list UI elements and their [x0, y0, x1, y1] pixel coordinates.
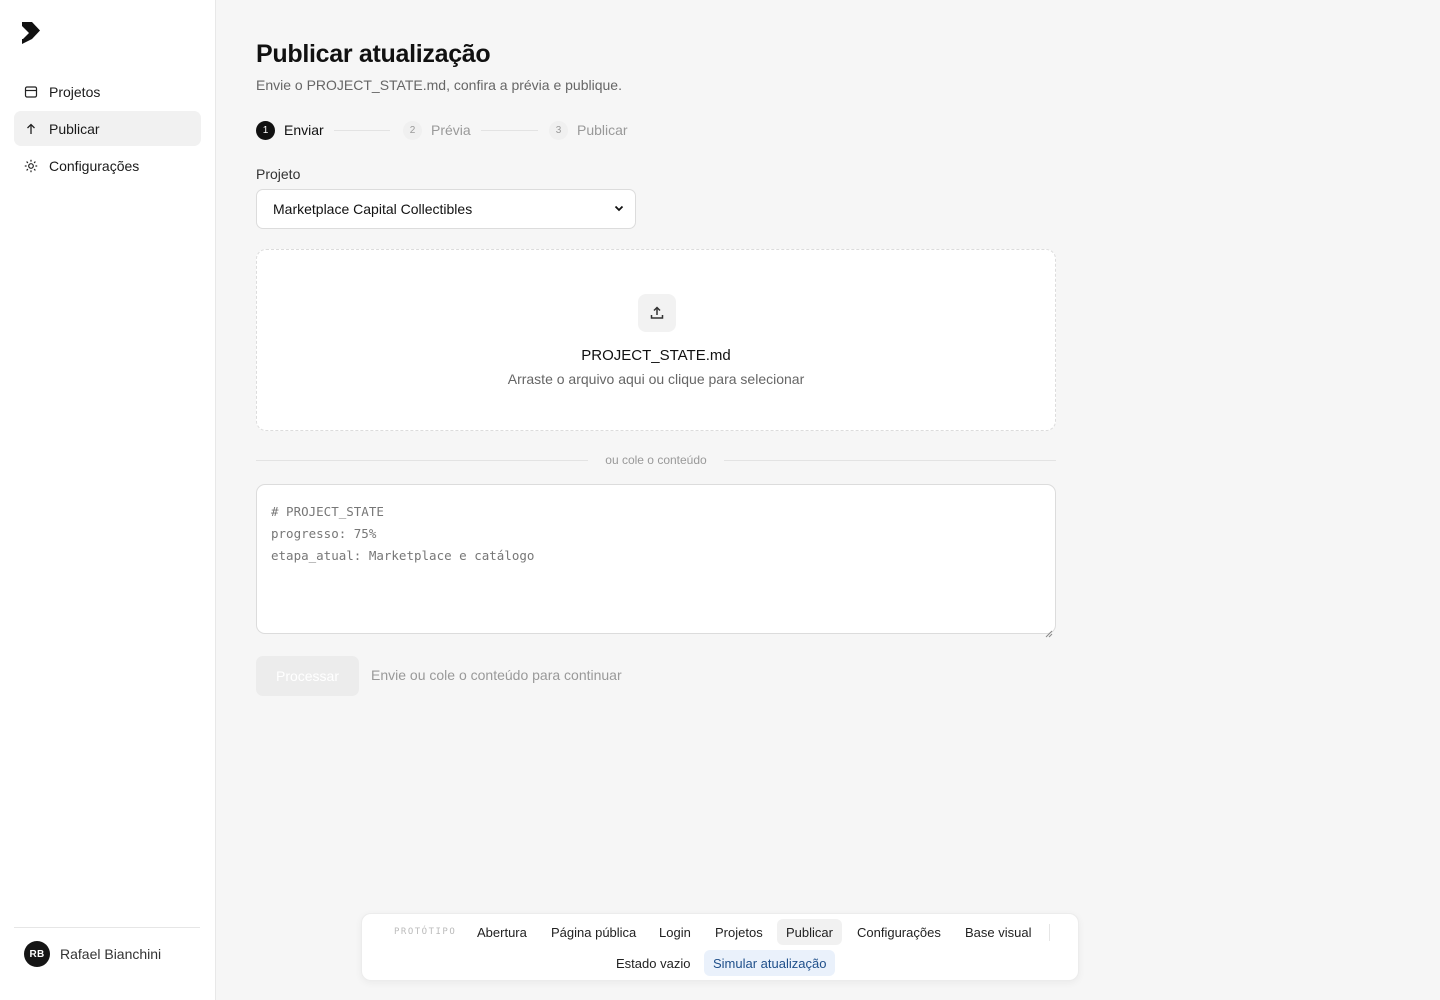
sidebar-item-label: Projetos	[49, 83, 101, 100]
upload-icon	[638, 294, 676, 332]
avatar: RB	[24, 941, 50, 967]
arrow-up-icon	[24, 122, 38, 136]
proto-link-estado-vazio[interactable]: Estado vazio	[607, 950, 699, 976]
proto-link-base-visual[interactable]: Base visual	[956, 919, 1040, 945]
proto-link-abertura[interactable]: Abertura	[468, 919, 536, 945]
dropzone-title: PROJECT_STATE.md	[581, 347, 731, 364]
process-hint: Envie ou cole o conteúdo para continuar	[371, 667, 622, 683]
sidebar-item-label: Configurações	[49, 157, 140, 174]
step-connector	[334, 130, 390, 131]
prototype-nav-bar: PROTÓTIPO Abertura Página pública Login …	[361, 913, 1079, 981]
proto-separator	[1049, 924, 1050, 941]
step-label: Enviar	[284, 122, 324, 138]
proto-link-projetos[interactable]: Projetos	[706, 919, 772, 945]
sidebar-nav: Projetos Publicar Configurações	[14, 74, 201, 185]
file-dropzone[interactable]: PROJECT_STATE.md Arraste o arquivo aqui …	[256, 249, 1056, 431]
step-number: 1	[256, 120, 275, 140]
step-connector	[481, 130, 538, 131]
dropzone-hint: Arraste o arquivo aqui ou clique para se…	[507, 371, 805, 387]
divider-line	[724, 460, 1056, 461]
step-enviar: 1 Enviar	[256, 120, 324, 140]
page-title: Publicar atualização	[256, 40, 491, 68]
proto-link-simular-atualizacao[interactable]: Simular atualização	[704, 950, 836, 976]
project-field-label: Projeto	[256, 166, 301, 182]
step-publicar: 3 Publicar	[549, 120, 628, 140]
or-divider: ou cole o conteúdo	[256, 452, 1056, 470]
textarea-line: # PROJECT_STATE	[271, 504, 384, 519]
step-previa: 2 Prévia	[403, 120, 471, 140]
project-select-value: Marketplace Capital Collectibles	[273, 201, 473, 217]
page-subtitle: Envie o PROJECT_STATE.md, confira a prév…	[256, 77, 622, 93]
sidebar-item-label: Publicar	[49, 120, 100, 137]
proto-link-login[interactable]: Login	[650, 919, 700, 945]
user-profile[interactable]: RB Rafael Bianchini	[14, 927, 200, 1000]
sidebar-item-publicar[interactable]: Publicar	[14, 111, 201, 146]
prototype-tag: PROTÓTIPO	[394, 927, 457, 937]
process-button[interactable]: Processar	[256, 656, 359, 696]
textarea-line: progresso: 75%	[271, 526, 377, 541]
chevron-down-icon	[613, 201, 625, 217]
step-number: 3	[549, 120, 568, 140]
sidebar-item-configuracoes[interactable]: Configurações	[14, 148, 201, 183]
proto-link-configuracoes[interactable]: Configurações	[848, 919, 950, 945]
step-number: 2	[403, 120, 422, 140]
resize-handle-icon[interactable]	[1045, 623, 1053, 638]
textarea-line: etapa_atual: Marketplace e catálogo	[271, 548, 535, 563]
sidebar: Projetos Publicar Configurações RB Rafae…	[0, 0, 216, 1000]
app-logo[interactable]	[21, 21, 41, 45]
stepper: 1 Enviar 2 Prévia 3 Publicar	[256, 120, 656, 140]
proto-link-pagina-publica[interactable]: Página pública	[542, 919, 645, 945]
folder-icon	[24, 85, 38, 99]
sidebar-item-projetos[interactable]: Projetos	[14, 74, 201, 109]
content-textarea[interactable]: # PROJECT_STATE progresso: 75% etapa_atual…	[256, 484, 1056, 638]
step-label: Publicar	[577, 122, 628, 138]
project-select[interactable]: Marketplace Capital Collectibles	[256, 189, 636, 229]
proto-link-publicar[interactable]: Publicar	[777, 919, 842, 945]
step-label: Prévia	[431, 122, 471, 138]
user-name: Rafael Bianchini	[60, 946, 162, 962]
gear-icon	[24, 159, 38, 173]
